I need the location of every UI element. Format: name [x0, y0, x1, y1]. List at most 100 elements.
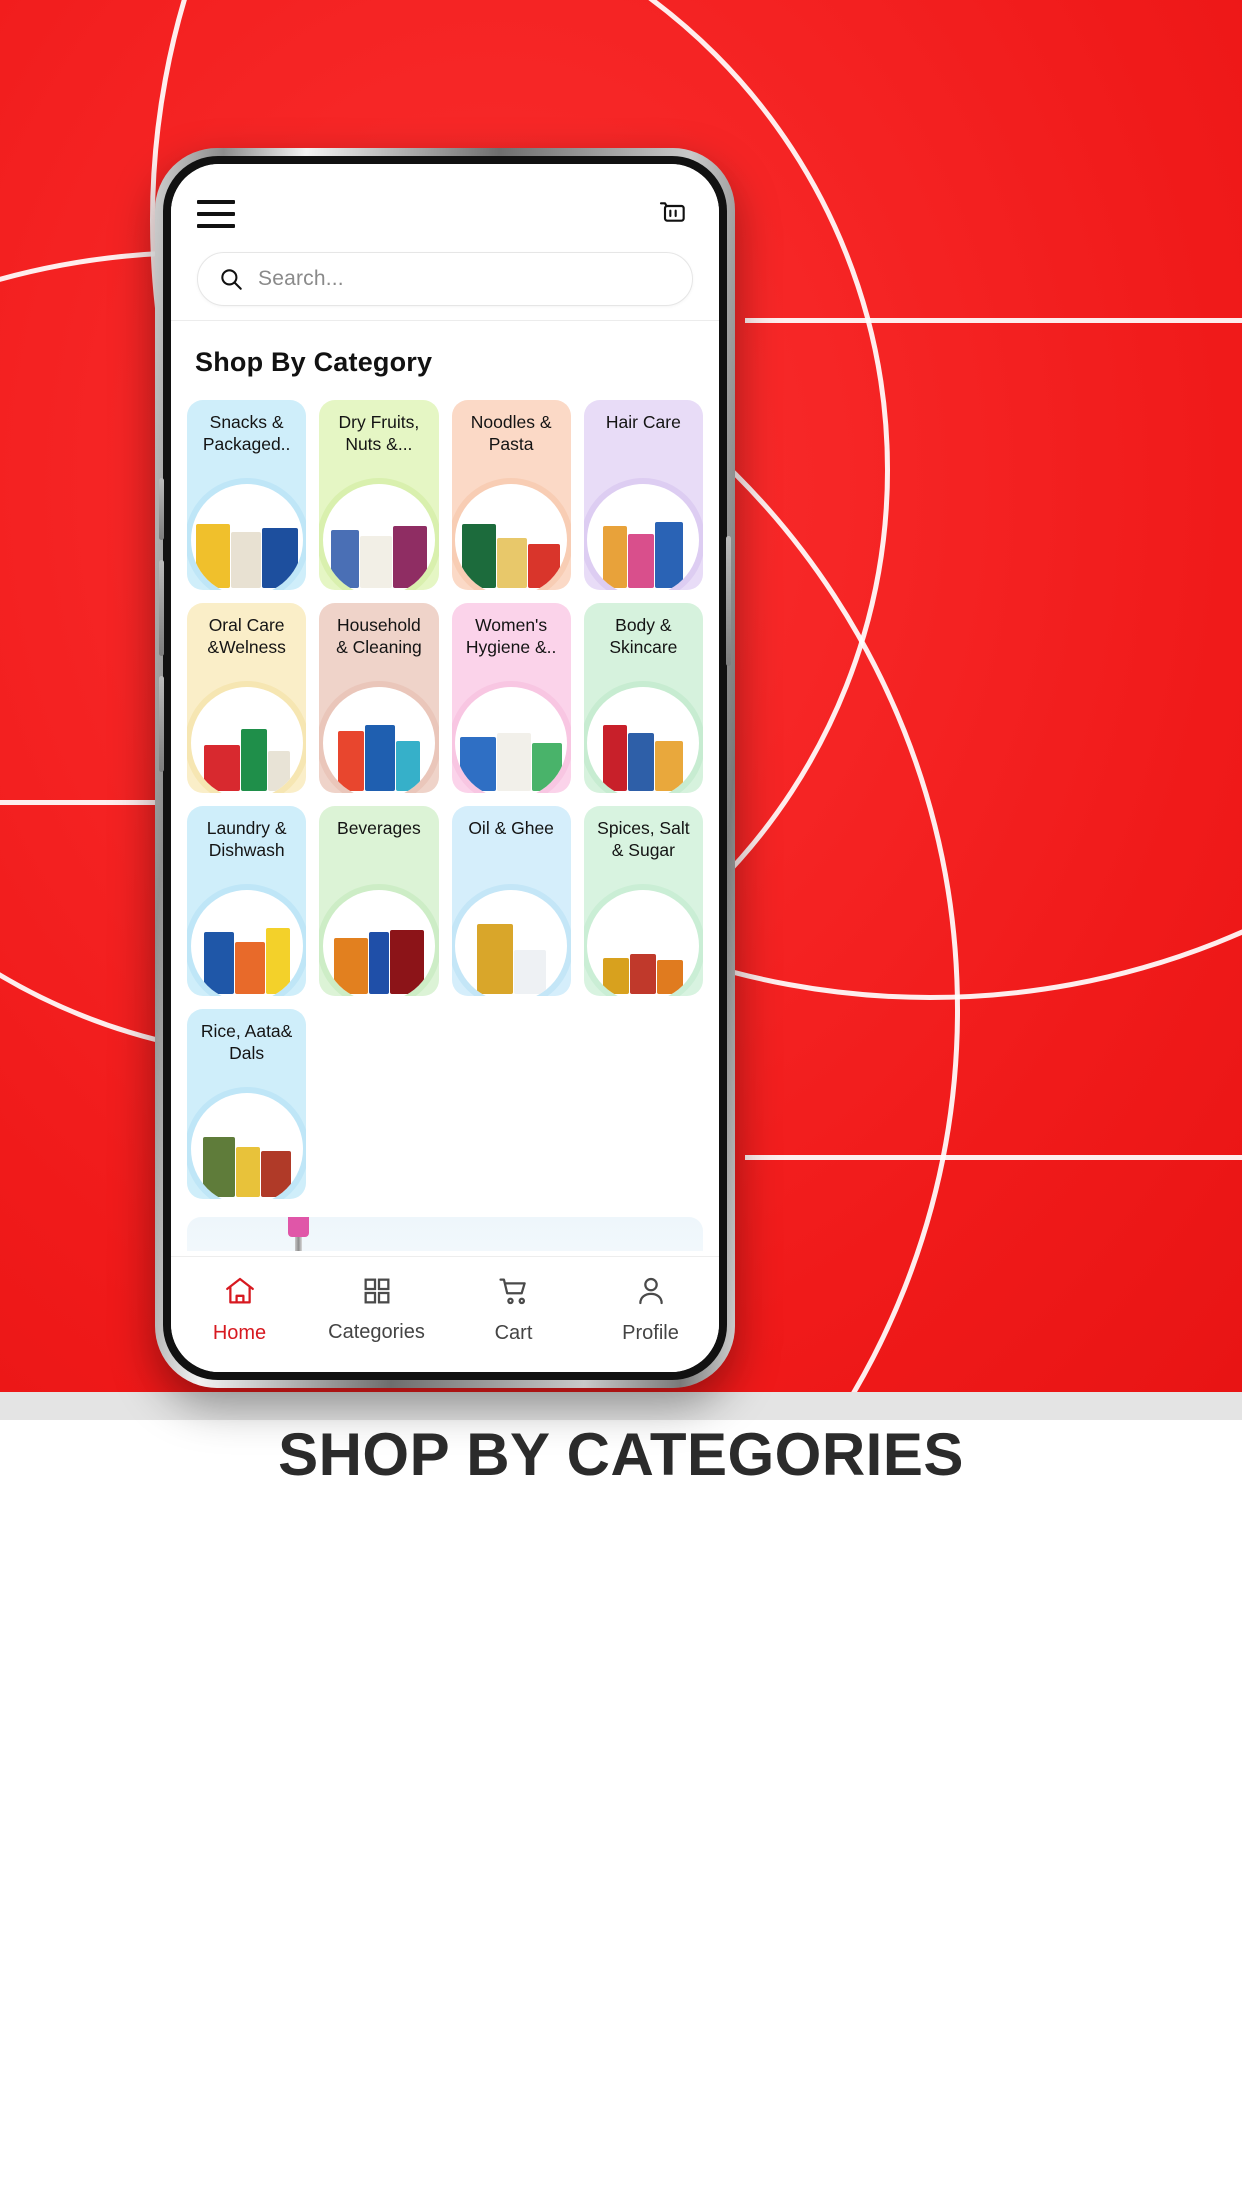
product-thumbnail: [359, 536, 392, 588]
grid-icon: [361, 1275, 393, 1312]
nav-label: Home: [212, 1322, 267, 1344]
product-thumbnails: [195, 518, 298, 590]
product-thumbnail: [628, 534, 655, 588]
product-thumbnail: [337, 731, 364, 791]
promo-page: Search... Shop By Category Snacks & Pack…: [0, 0, 1242, 2208]
phone-volume-up-button: [159, 560, 164, 656]
nav-label: Categories: [328, 1321, 425, 1343]
category-card[interactable]: Oral Care &Welness: [187, 603, 307, 793]
product-thumbnail: [235, 1147, 260, 1197]
shopping-cart-icon[interactable]: [653, 194, 693, 234]
product-thumbnails: [476, 924, 546, 996]
category-card[interactable]: Beverages: [319, 806, 439, 996]
product-thumbnail: [497, 538, 528, 588]
app-content: Shop By Category Snacks & Packaged.. Dry …: [171, 321, 719, 1251]
search-icon: [221, 269, 242, 290]
product-thumbnail: [389, 930, 424, 994]
category-card[interactable]: Dry Fruits, Nuts &...: [319, 400, 439, 590]
product-thumbnails: [202, 1127, 291, 1199]
nav-item-categories[interactable]: Categories: [308, 1275, 445, 1344]
phone-bezel: Search... Shop By Category Snacks & Pack…: [159, 156, 731, 1380]
product-thumbnails: [603, 518, 684, 590]
promo-banner-peek[interactable]: [187, 1217, 703, 1251]
product-thumbnail: [392, 526, 427, 588]
category-image: [455, 890, 568, 996]
product-thumbnail: [230, 532, 261, 588]
product-thumbnail: [265, 928, 290, 994]
category-label: Body & Skincare: [609, 615, 678, 658]
nav-item-home[interactable]: Home: [171, 1274, 308, 1345]
product-thumbnail: [462, 524, 497, 588]
home-icon: [223, 1274, 257, 1313]
product-thumbnail: [202, 1137, 235, 1197]
product-thumbnail: [603, 725, 628, 791]
category-card[interactable]: Snacks & Packaged..: [187, 400, 307, 590]
category-image: [587, 890, 700, 996]
category-card[interactable]: Rice, Aata& Dals: [187, 1009, 307, 1199]
product-thumbnail: [497, 733, 532, 791]
category-image: [455, 687, 568, 793]
product-thumbnail: [532, 743, 563, 791]
product-thumbnail: [203, 932, 234, 994]
hamburger-menu-icon[interactable]: [197, 200, 235, 228]
category-label: Dry Fruits, Nuts &...: [338, 412, 420, 455]
background-strip: [0, 1392, 1242, 1420]
category-card[interactable]: Noodles & Pasta: [451, 400, 571, 590]
nav-item-cart[interactable]: Cart: [445, 1274, 582, 1345]
search-section: Search...: [171, 242, 719, 320]
product-thumbnail: [203, 745, 240, 791]
category-card[interactable]: Household & Cleaning: [319, 603, 439, 793]
product-thumbnail: [603, 526, 628, 588]
product-thumbnail: [267, 751, 290, 791]
category-image: [322, 687, 435, 793]
product-thumbnail: [603, 958, 630, 994]
product-thumbnail: [260, 1151, 291, 1197]
category-image: [190, 484, 303, 590]
phone-screen: Search... Shop By Category Snacks & Pack…: [171, 164, 719, 1372]
promo-decor: [288, 1217, 309, 1237]
category-image: [322, 890, 435, 996]
category-card[interactable]: Laundry & Dishwash: [187, 806, 307, 996]
product-thumbnail: [655, 522, 684, 588]
product-thumbnails: [337, 721, 420, 793]
category-card[interactable]: Women's Hygiene &..: [451, 603, 571, 793]
bottom-navigation: Home Categories Cart Profile: [171, 1256, 719, 1372]
category-label: Oil & Ghee: [468, 818, 554, 838]
category-image: [190, 687, 303, 793]
product-thumbnail: [333, 938, 368, 994]
category-card[interactable]: Oil & Ghee: [451, 806, 571, 996]
product-thumbnail: [528, 544, 561, 588]
category-image: [190, 890, 303, 996]
search-input[interactable]: Search...: [197, 252, 693, 306]
category-card[interactable]: Hair Care: [583, 400, 703, 590]
category-image: [587, 484, 700, 590]
category-label: Rice, Aata& Dals: [200, 1021, 293, 1064]
product-thumbnail: [630, 954, 657, 994]
decorative-line: [745, 318, 1242, 323]
user-icon: [634, 1274, 668, 1313]
product-thumbnail: [234, 942, 265, 994]
category-image: [455, 484, 568, 590]
category-label: Oral Care &Welness: [207, 615, 286, 658]
category-image: [587, 687, 700, 793]
product-thumbnail: [195, 524, 230, 588]
product-thumbnail: [657, 960, 684, 994]
category-label: Beverages: [337, 818, 421, 838]
category-card[interactable]: Body & Skincare: [583, 603, 703, 793]
search-placeholder: Search...: [258, 267, 344, 290]
nav-item-profile[interactable]: Profile: [582, 1274, 719, 1345]
category-label: Household & Cleaning: [336, 615, 422, 658]
product-thumbnail: [655, 741, 684, 791]
product-thumbnail: [628, 733, 655, 791]
category-label: Laundry & Dishwash: [206, 818, 287, 861]
shopping-cart-icon: [497, 1274, 531, 1313]
category-image: [322, 484, 435, 590]
phone-side-button: [159, 478, 164, 540]
product-thumbnail: [368, 932, 389, 994]
product-thumbnail: [330, 530, 359, 588]
nav-label: Profile: [622, 1322, 679, 1344]
category-card[interactable]: Spices, Salt & Sugar: [583, 806, 703, 996]
category-label: Women's Hygiene &..: [465, 615, 557, 658]
product-thumbnail: [364, 725, 395, 791]
category-label: Hair Care: [605, 412, 681, 432]
